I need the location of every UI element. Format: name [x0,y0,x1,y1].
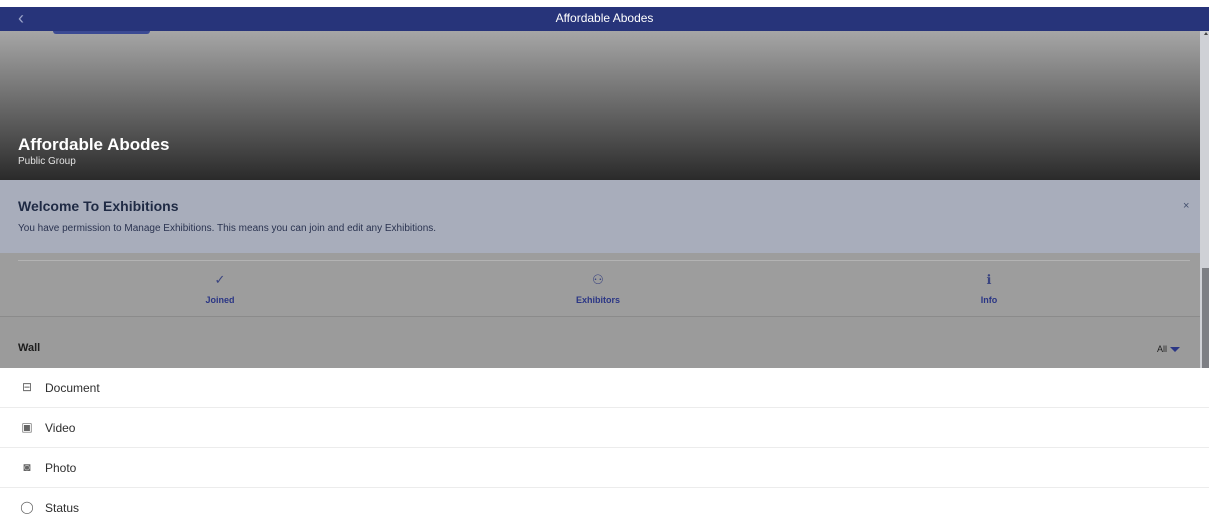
post-type-status[interactable]: ◯ Status [0,488,1209,524]
caret-down-icon [1170,347,1181,353]
post-type-label: Status [45,501,80,515]
tab-joined[interactable]: ✓ Joined [160,271,280,311]
post-type-label: Photo [45,461,77,475]
close-welcome-button[interactable]: × [1183,200,1189,212]
wall-filter-value: All [1157,344,1168,354]
post-type-photo[interactable]: ◙ Photo [0,448,1209,488]
banner-tab-stub [53,31,150,34]
speech-bubble-icon: ◯ [20,500,34,514]
camera-icon: ◙ [23,460,31,474]
welcome-text: You have permission to Manage Exhibition… [18,223,437,234]
check-icon: ✓ [214,272,226,287]
scroll-up-arrow-icon[interactable] [1204,32,1208,35]
close-icon: × [1183,200,1190,212]
group-tabs: ✓ Joined ⚇ Exhibitors ℹ Info [0,253,1200,317]
app-bar-title: Affordable Abodes [555,11,654,25]
wall-filter-dropdown[interactable]: All [1157,344,1181,354]
info-icon: ℹ [986,272,992,287]
group-cover-banner: Affordable Abodes Public Group [0,31,1200,180]
tabs-divider-top [18,260,1190,261]
welcome-banner: Welcome To Exhibitions You have permissi… [0,180,1200,253]
group-name: Affordable Abodes [18,135,170,154]
welcome-title: Welcome To Exhibitions [18,198,179,214]
page-top-band [0,0,1209,7]
tab-exhibitors[interactable]: ⚇ Exhibitors [538,271,658,311]
people-icon: ⚇ [592,272,604,287]
post-type-menu: ⊟ Document ▣ Video ◙ Photo ◯ Status [0,368,1209,524]
video-icon: ▣ [21,420,33,434]
wall-title: Wall [18,342,41,354]
group-type: Public Group [18,156,76,167]
tab-info-label: Info [980,295,998,305]
tab-joined-label: Joined [205,295,235,305]
post-type-label: Video [45,421,76,435]
post-type-video[interactable]: ▣ Video [0,408,1209,448]
briefcase-icon: ⊟ [21,380,33,394]
top-app-bar: ‹ Affordable Abodes [0,7,1209,31]
tab-info[interactable]: ℹ Info [929,271,1049,311]
post-type-document[interactable]: ⊟ Document [0,368,1209,408]
scrollbar-thumb[interactable] [1202,268,1209,368]
tab-exhibitors-label: Exhibitors [575,295,620,305]
post-type-label: Document [45,381,100,395]
wall-header: Wall All [0,317,1200,368]
